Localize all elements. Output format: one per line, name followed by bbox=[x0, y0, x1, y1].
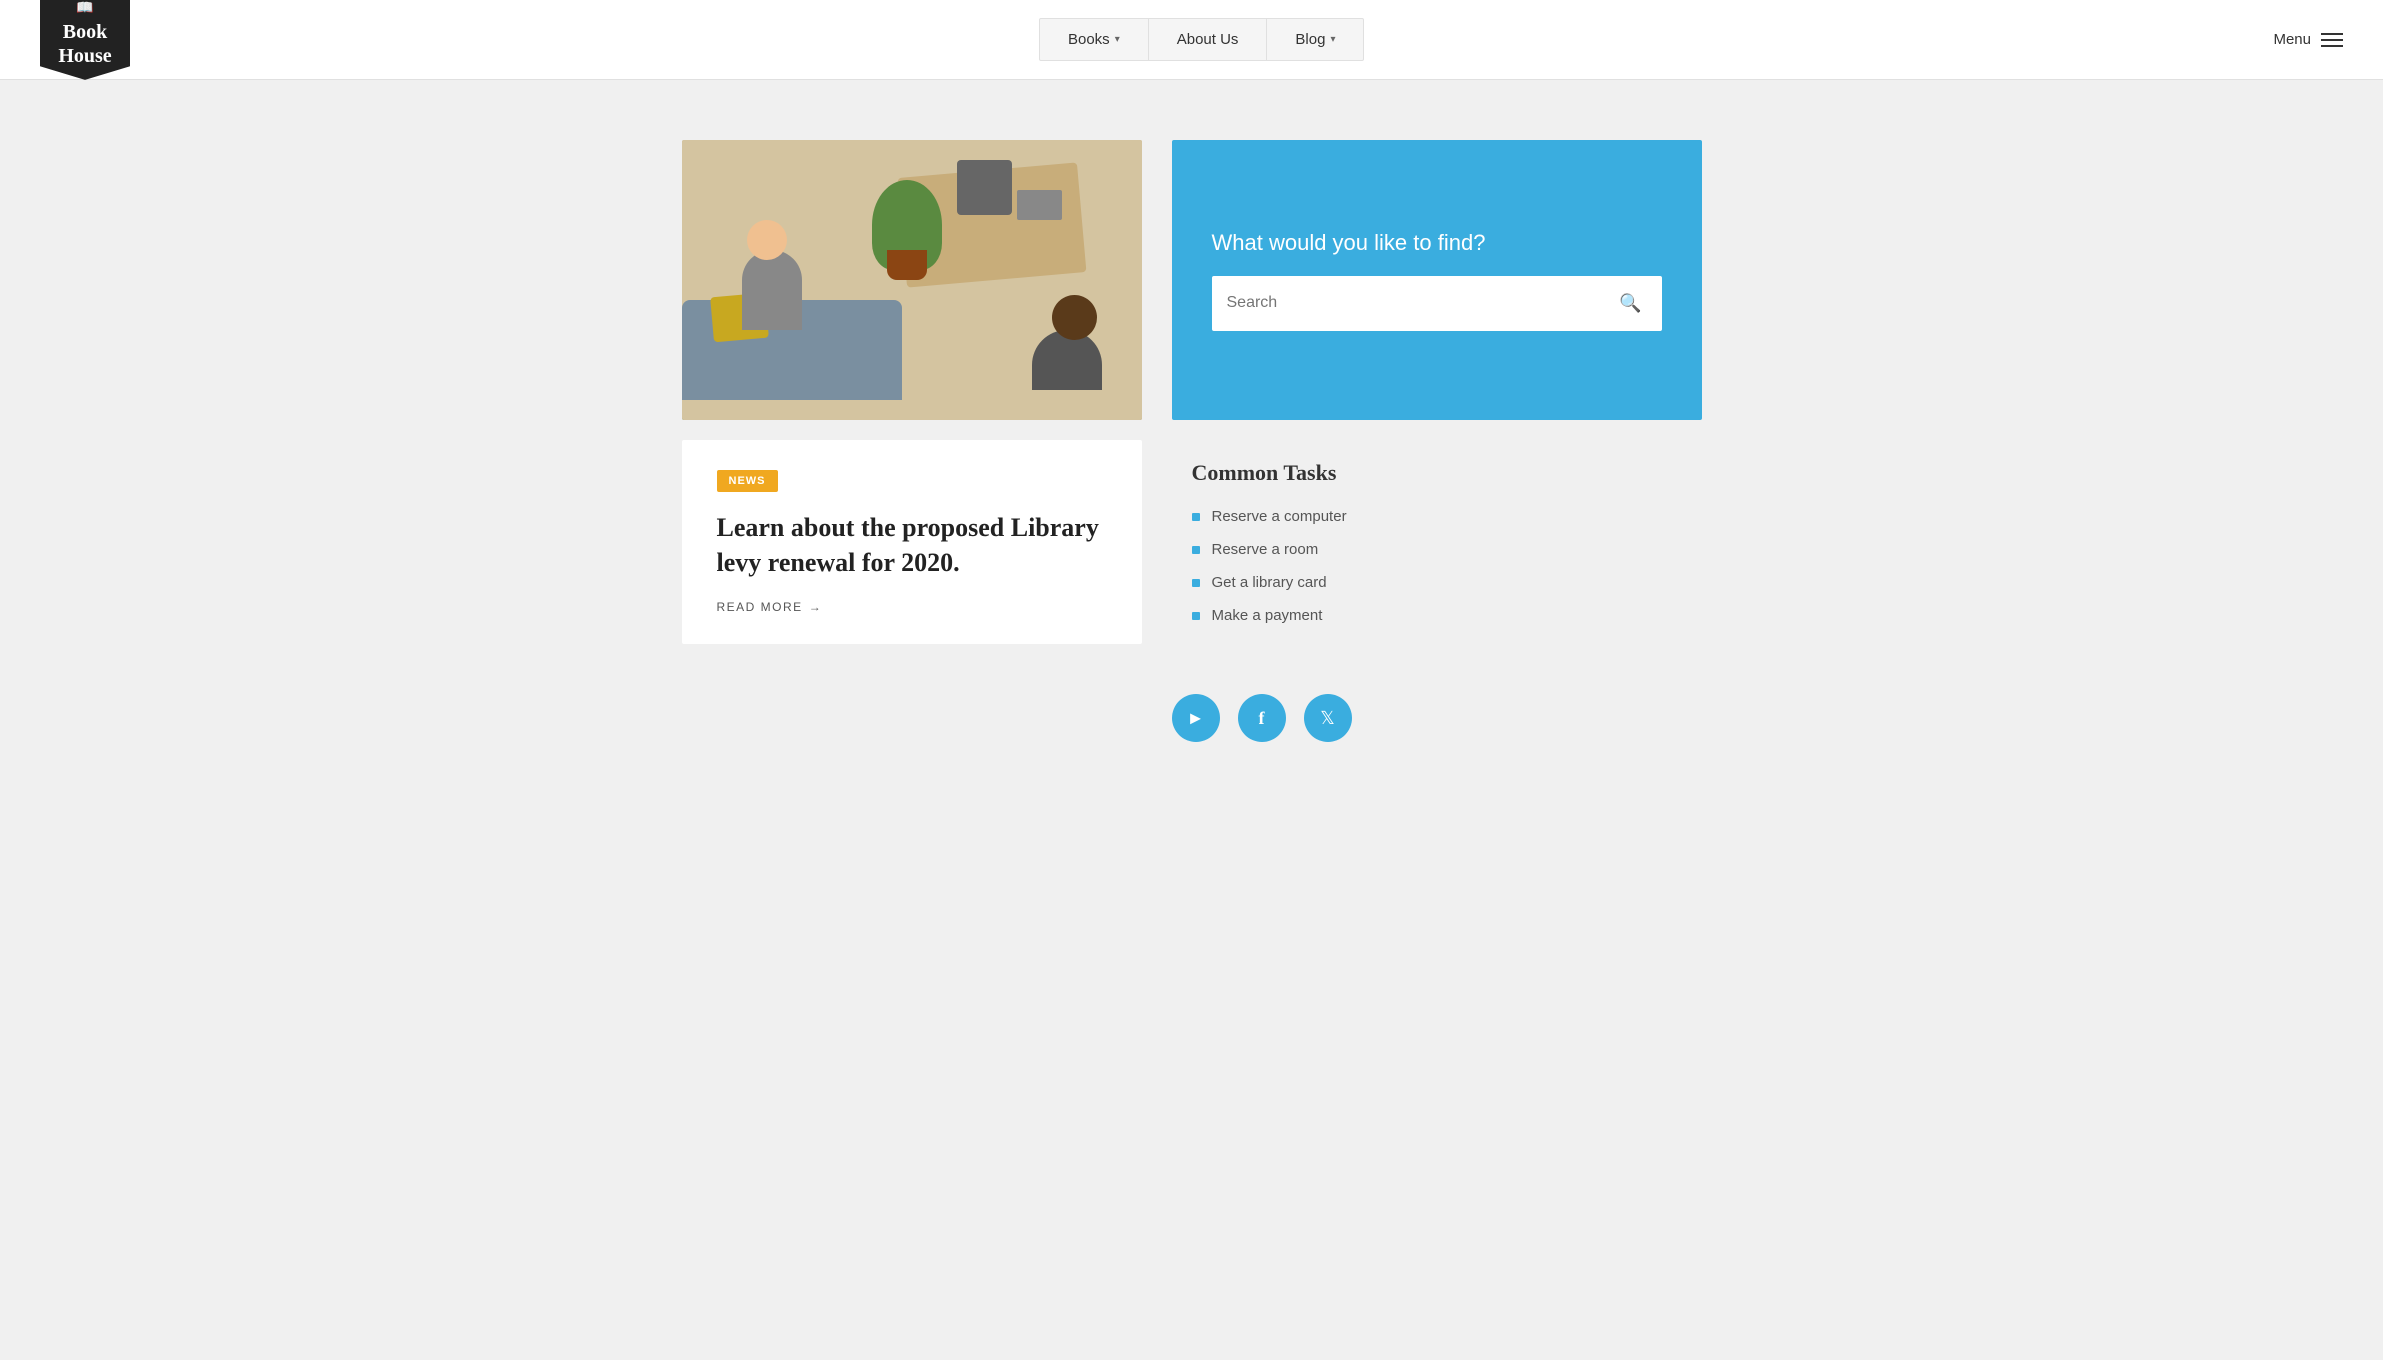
search-panel-title: What would you like to find? bbox=[1212, 230, 1662, 256]
news-badge: NEWS bbox=[717, 470, 778, 492]
task-bullet-icon bbox=[1192, 513, 1200, 521]
facebook-icon: f bbox=[1259, 708, 1265, 729]
main-nav: Books ▾ About Us Blog ▾ bbox=[1039, 18, 1365, 61]
logo-text-house: House bbox=[58, 44, 111, 68]
search-icon: 🔍 bbox=[1619, 293, 1641, 313]
search-panel: What would you like to find? 🔍 bbox=[1172, 140, 1702, 420]
task-label: Reserve a computer bbox=[1212, 508, 1347, 525]
chevron-down-icon: ▾ bbox=[1115, 34, 1120, 45]
task-item-payment[interactable]: Make a payment bbox=[1192, 607, 1702, 624]
scene-laptop bbox=[1017, 190, 1062, 220]
task-list: Reserve a computer Reserve a room Get a … bbox=[1192, 508, 1702, 624]
menu-label: Menu bbox=[2273, 31, 2311, 48]
task-label: Reserve a room bbox=[1212, 541, 1319, 558]
nav-blog[interactable]: Blog ▾ bbox=[1267, 19, 1363, 60]
task-item-reserve-room[interactable]: Reserve a room bbox=[1192, 541, 1702, 558]
nav-books-label: Books bbox=[1068, 31, 1110, 48]
nav-about-label: About Us bbox=[1177, 31, 1239, 48]
logo-text-book: Book bbox=[63, 20, 107, 44]
site-header: 📖 Book House Books ▾ About Us Blog ▾ Men… bbox=[0, 0, 2383, 80]
logo-badge: 📖 Book House bbox=[40, 0, 130, 80]
youtube-icon: ► bbox=[1187, 708, 1205, 729]
task-bullet-icon bbox=[1192, 579, 1200, 587]
scene-person2-body bbox=[1032, 330, 1102, 390]
logo-icon: 📖 bbox=[76, 1, 93, 18]
read-more-label: READ MORE bbox=[717, 600, 803, 614]
scene-chair bbox=[957, 160, 1012, 215]
top-section: What would you like to find? 🔍 bbox=[682, 140, 1702, 420]
image-scene bbox=[682, 140, 1142, 420]
common-tasks-section: Common Tasks Reserve a computer Reserve … bbox=[1172, 440, 1702, 624]
news-card: NEWS Learn about the proposed Library le… bbox=[682, 440, 1142, 644]
social-section: ► f 𝕏 bbox=[682, 694, 1702, 742]
read-more-link[interactable]: READ MORE → bbox=[717, 600, 1107, 614]
chevron-down-icon-2: ▾ bbox=[1330, 34, 1335, 45]
nav-about[interactable]: About Us bbox=[1149, 19, 1268, 60]
main-content: What would you like to find? 🔍 NEWS Lear… bbox=[642, 140, 1742, 742]
task-item-reserve-computer[interactable]: Reserve a computer bbox=[1192, 508, 1702, 525]
common-tasks-title: Common Tasks bbox=[1192, 460, 1702, 486]
task-bullet-icon bbox=[1192, 612, 1200, 620]
scene-person1-head bbox=[747, 220, 787, 260]
task-label: Get a library card bbox=[1212, 574, 1327, 591]
arrow-icon: → bbox=[809, 600, 823, 614]
search-input-wrapper: 🔍 bbox=[1212, 276, 1662, 331]
bottom-section: NEWS Learn about the proposed Library le… bbox=[682, 440, 1702, 644]
scene-person1-body bbox=[742, 250, 802, 330]
search-input[interactable] bbox=[1227, 294, 1615, 312]
twitter-button[interactable]: 𝕏 bbox=[1304, 694, 1352, 742]
logo[interactable]: 📖 Book House bbox=[40, 0, 130, 80]
search-button[interactable]: 🔍 bbox=[1614, 288, 1646, 319]
news-title: Learn about the proposed Library levy re… bbox=[717, 510, 1107, 580]
twitter-icon: 𝕏 bbox=[1320, 708, 1335, 729]
hamburger-icon bbox=[2321, 33, 2343, 47]
nav-blog-label: Blog bbox=[1295, 31, 1325, 48]
scene-plant-pot bbox=[887, 250, 927, 280]
menu-toggle[interactable]: Menu bbox=[2273, 31, 2343, 48]
nav-books[interactable]: Books ▾ bbox=[1040, 19, 1149, 60]
task-label: Make a payment bbox=[1212, 607, 1323, 624]
library-hero-image bbox=[682, 140, 1142, 420]
task-item-library-card[interactable]: Get a library card bbox=[1192, 574, 1702, 591]
facebook-button[interactable]: f bbox=[1238, 694, 1286, 742]
task-bullet-icon bbox=[1192, 546, 1200, 554]
youtube-button[interactable]: ► bbox=[1172, 694, 1220, 742]
scene-person2-head bbox=[1052, 295, 1097, 340]
